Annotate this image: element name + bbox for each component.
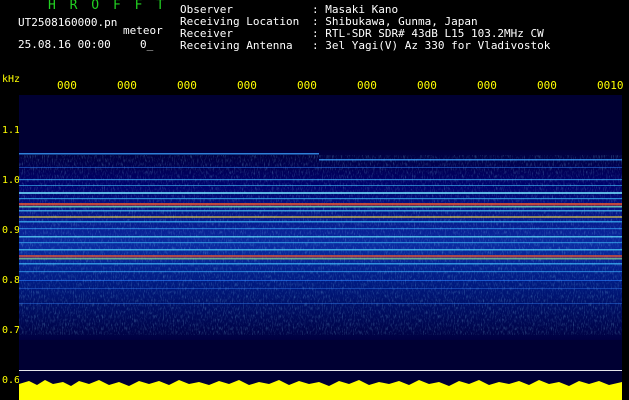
frequency-tick: 0.9: [2, 225, 21, 236]
hroft-window: H R O F F T UT2508160000.pn meteor 25.08…: [0, 0, 629, 400]
waterfall-image: [19, 95, 622, 400]
frequency-tick: 1.1: [2, 125, 21, 136]
meteor-label: meteor: [123, 24, 163, 37]
frequency-unit: kHz: [2, 74, 21, 85]
info-sep: :: [312, 39, 319, 52]
time-tick: 000: [237, 79, 257, 92]
info-row-antenna: Receiving Antenna : 3el Yagi(V) Az 330 f…: [180, 40, 550, 52]
time-tick: 000: [57, 79, 77, 92]
app-title: H R O F F T: [48, 0, 168, 13]
time-tick: 000: [477, 79, 497, 92]
time-tick: 000: [537, 79, 557, 92]
time-tick: 000: [117, 79, 137, 92]
frequency-tick: 0.7: [2, 325, 21, 336]
meteor-counter: 0_: [140, 38, 154, 51]
time-tick: 000: [177, 79, 197, 92]
date-time: 25.08.16 00:00: [18, 38, 111, 51]
station-info: Observer : Masaki Kano Receiving Locatio…: [180, 4, 550, 52]
file-name: UT2508160000.pn: [18, 16, 118, 29]
frequency-tick: 1.0: [2, 175, 21, 186]
frequency-tick: 0.6: [2, 375, 21, 386]
spectrogram-waterfall: [19, 95, 622, 400]
info-value: 3el Yagi(V) Az 330 for Vladivostok: [325, 39, 551, 52]
info-label: Receiving Antenna: [180, 39, 293, 52]
time-tick: 000: [417, 79, 437, 92]
time-tick: 000: [357, 79, 377, 92]
frequency-tick: 0.8: [2, 275, 21, 286]
time-tick: 0010: [597, 79, 624, 92]
time-tick: 000: [297, 79, 317, 92]
